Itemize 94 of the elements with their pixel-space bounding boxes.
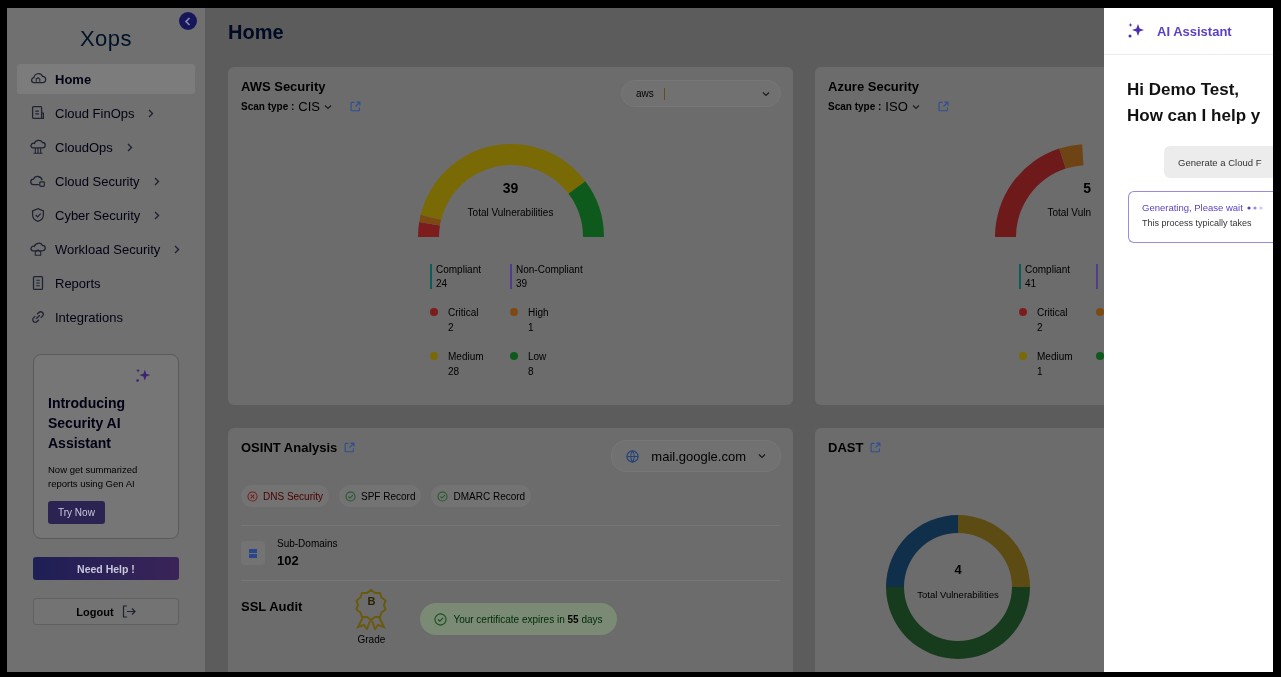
status-note: This process typically takes	[1142, 218, 1253, 228]
scan-type-value[interactable]: CIS	[298, 99, 321, 114]
promo-text: Now get summarized reports using Gen AI	[48, 463, 139, 491]
section-title: SSL Audit	[241, 599, 303, 614]
nav-item[interactable]: CloudOps	[17, 132, 195, 162]
cloud-network-icon	[29, 138, 47, 156]
card-title: AWS Security	[241, 79, 326, 94]
chevron-icon	[148, 108, 155, 118]
total-label: Total Vulnerabilities	[466, 207, 555, 218]
total-label: Total Vuln	[1047, 207, 1091, 218]
page-title: Home	[228, 21, 285, 45]
severity-label: Medium	[448, 351, 484, 362]
severity-value: 8	[528, 366, 535, 377]
link-icon	[29, 308, 47, 326]
external-link-icon[interactable]	[870, 442, 882, 453]
total-label: Total Vulnerabilities	[916, 589, 1000, 600]
help-button[interactable]: Need Help !	[33, 557, 179, 580]
promo-title: Introducing Security AI Assistant	[48, 394, 126, 453]
nav-item[interactable]: Workload Security	[17, 234, 195, 264]
chevron-icon	[174, 244, 181, 254]
aws-logo: aws	[636, 88, 654, 99]
nav-item[interactable]: Home	[17, 64, 195, 94]
total-value: 39	[501, 180, 520, 196]
stat-value: 39	[516, 278, 529, 289]
severity-label: Medium	[1037, 351, 1073, 362]
panel-title: AI Assistant	[1157, 23, 1232, 39]
check-chip: SPF Record	[339, 485, 422, 507]
severity-value: 2	[1037, 322, 1044, 333]
globe-icon	[626, 449, 640, 463]
scan-type-value[interactable]: ISO	[885, 99, 908, 114]
severity-value: 1	[528, 322, 535, 333]
check-circle-icon	[345, 490, 356, 502]
greeting-text: Hi Demo Test,	[1127, 80, 1241, 100]
severity-value: 28	[448, 366, 461, 377]
external-link-icon[interactable]	[937, 101, 949, 112]
x-circle-icon	[247, 490, 258, 502]
try-now-button[interactable]: Try Now	[48, 501, 105, 524]
total-value: 5	[1083, 180, 1091, 196]
caret-icon	[911, 103, 920, 110]
card-title: Azure Security	[828, 79, 920, 94]
logout-icon	[121, 605, 136, 618]
stat-label: Compliant	[1025, 264, 1072, 275]
document-icon	[29, 104, 47, 122]
severity-label: Critical	[448, 307, 479, 318]
check-badge-icon	[434, 612, 448, 626]
severity-value: 1	[1037, 366, 1044, 377]
greeting-text: How can I help y	[1127, 106, 1262, 126]
stat-value: 102	[277, 553, 300, 568]
external-link-icon[interactable]	[344, 442, 356, 453]
card-title: DAST	[828, 440, 864, 455]
chevron-icon	[154, 210, 161, 220]
external-link-icon[interactable]	[350, 101, 362, 112]
grade-label: Grade	[357, 634, 386, 645]
chevron-icon	[184, 16, 192, 26]
stat-label: Compliant	[436, 264, 483, 275]
cloud-icon	[29, 240, 47, 258]
chevron-icon	[153, 176, 160, 186]
domain-select[interactable]: mail.google.com	[611, 440, 781, 472]
loading-dots-icon	[1246, 205, 1263, 210]
suggestion-button[interactable]: Generate a Cloud F	[1164, 146, 1273, 178]
status-text: Generating, Please wait	[1142, 202, 1243, 213]
severity-label: Critical	[1037, 307, 1068, 318]
nav-item[interactable]: Reports	[17, 268, 195, 298]
caret-icon	[762, 90, 770, 97]
scan-type-label: Scan type :	[828, 101, 882, 112]
logo: Xops	[79, 26, 133, 52]
account-select[interactable]: aws	[621, 80, 781, 107]
caret-icon	[758, 453, 766, 459]
shield-icon	[29, 206, 47, 224]
stat-value: 24	[436, 278, 449, 289]
scan-type-label: Scan type :	[241, 101, 295, 112]
nav-item[interactable]: Cyber Security	[17, 200, 195, 230]
total-value: 4	[953, 562, 963, 577]
severity-label: High	[528, 307, 549, 318]
card-title: OSINT Analysis	[241, 440, 338, 455]
check-chip: DNS Security	[241, 485, 329, 507]
severity-value: 2	[448, 322, 455, 333]
grade-value: B	[366, 595, 377, 607]
logout-button[interactable]: Logout	[33, 598, 179, 625]
caret-icon	[324, 103, 333, 110]
collapse-button[interactable]	[179, 12, 197, 30]
chevron-icon	[126, 142, 133, 152]
check-chip: DMARC Record	[431, 485, 532, 507]
stat-label: Non-Compliant	[516, 264, 584, 275]
check-circle-icon	[437, 490, 449, 502]
sparkle-icon	[134, 367, 152, 385]
severity-label: Low	[528, 351, 547, 362]
server-icon	[248, 547, 258, 559]
stat-label: Sub-Domains	[277, 538, 338, 549]
stat-value: 41	[1025, 278, 1038, 289]
expiry-text: Your certificate expires in 55 days	[453, 613, 603, 625]
nav-item[interactable]: Cloud Security	[17, 166, 195, 196]
nav-item[interactable]: Cloud FinOps	[17, 98, 195, 128]
nav-item[interactable]: Integrations	[17, 302, 195, 332]
